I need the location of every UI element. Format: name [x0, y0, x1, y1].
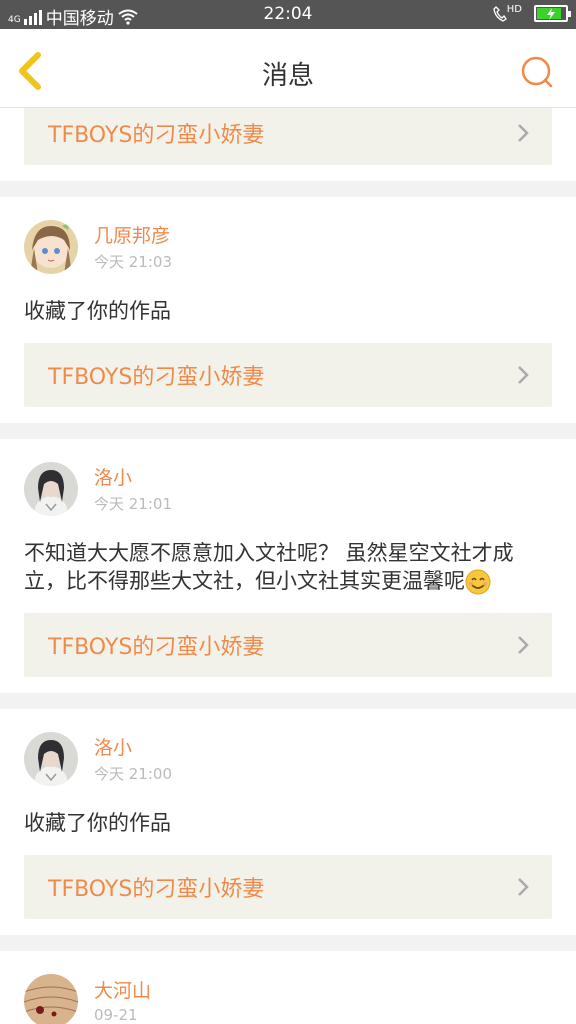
username[interactable]: 大河山: [94, 978, 151, 1004]
hd-call-icon: HD: [493, 4, 522, 22]
avatar[interactable]: [24, 732, 78, 786]
message-card: TFBOYS的刁蛮小娇妻: [0, 108, 576, 181]
message-time: 今天 21:03: [94, 252, 172, 271]
avatar[interactable]: [24, 220, 78, 274]
message-time: 09-21: [94, 1006, 138, 1024]
avatar[interactable]: [24, 974, 78, 1024]
message-user: 大河山 09-21: [24, 951, 552, 1024]
search-button[interactable]: [520, 55, 554, 89]
battery-icon: [534, 5, 571, 22]
chevron-right-icon: [518, 878, 529, 896]
message-text-content: 不知道大大愿不愿意加入文社呢？ 虽然星空文社才成立，比不得那些大文社，但小文社其…: [24, 541, 514, 593]
hd-label: HD: [506, 4, 522, 15]
message-text: 收藏了你的作品: [24, 299, 171, 323]
message-user: 洛小 今天 21:01: [24, 439, 552, 539]
work-link[interactable]: TFBOYS的刁蛮小娇妻: [24, 613, 552, 677]
work-title: TFBOYS的刁蛮小娇妻: [48, 365, 265, 390]
work-link[interactable]: TFBOYS的刁蛮小娇妻: [24, 343, 552, 407]
username[interactable]: 洛小: [94, 465, 172, 491]
message-card: 洛小 今天 21:01 不知道大大愿不愿意加入文社呢？ 虽然星空文社才成立，比不…: [0, 439, 576, 693]
smile-emoji-icon: [465, 569, 491, 595]
message-time: 今天 21:00: [94, 764, 172, 783]
work-link[interactable]: TFBOYS的刁蛮小娇妻: [24, 855, 552, 919]
status-right: HD: [493, 4, 571, 22]
message-time: 今天 21:01: [94, 494, 172, 513]
work-title: TFBOYS的刁蛮小娇妻: [48, 877, 265, 902]
message-text: 收藏了你的作品: [24, 811, 171, 835]
message-card: 大河山 09-21: [0, 951, 576, 1024]
chevron-right-icon: [518, 124, 529, 142]
avatar[interactable]: [24, 462, 78, 516]
work-link[interactable]: TFBOYS的刁蛮小娇妻: [24, 108, 552, 165]
message-card: 洛小 今天 21:00 收藏了你的作品 TFBOYS的刁蛮小娇妻: [0, 709, 576, 935]
status-bar: 4G 中国移动 22:04 HD: [0, 0, 576, 29]
message-card: 几原邦彦 今天 21:03 收藏了你的作品 TFBOYS的刁蛮小娇妻: [0, 197, 576, 423]
work-title: TFBOYS的刁蛮小娇妻: [48, 123, 265, 148]
message-user: 洛小 今天 21:00: [24, 709, 552, 809]
message-user: 几原邦彦 今天 21:03: [24, 197, 552, 297]
username[interactable]: 几原邦彦: [94, 223, 172, 249]
username[interactable]: 洛小: [94, 735, 172, 761]
message-feed[interactable]: TFBOYS的刁蛮小娇妻 几原邦彦 今天 21:03 收藏了你的作品 TFBOY…: [0, 108, 576, 1024]
chevron-right-icon: [518, 366, 529, 384]
status-time: 22:04: [263, 4, 313, 24]
header: 消息: [0, 29, 576, 108]
work-title: TFBOYS的刁蛮小娇妻: [48, 635, 265, 660]
message-text: 不知道大大愿不愿意加入文社呢？ 虽然星空文社才成立，比不得那些大文社，但小文社其…: [24, 539, 552, 613]
page-title: 消息: [261, 61, 314, 91]
chevron-right-icon: [518, 636, 529, 654]
